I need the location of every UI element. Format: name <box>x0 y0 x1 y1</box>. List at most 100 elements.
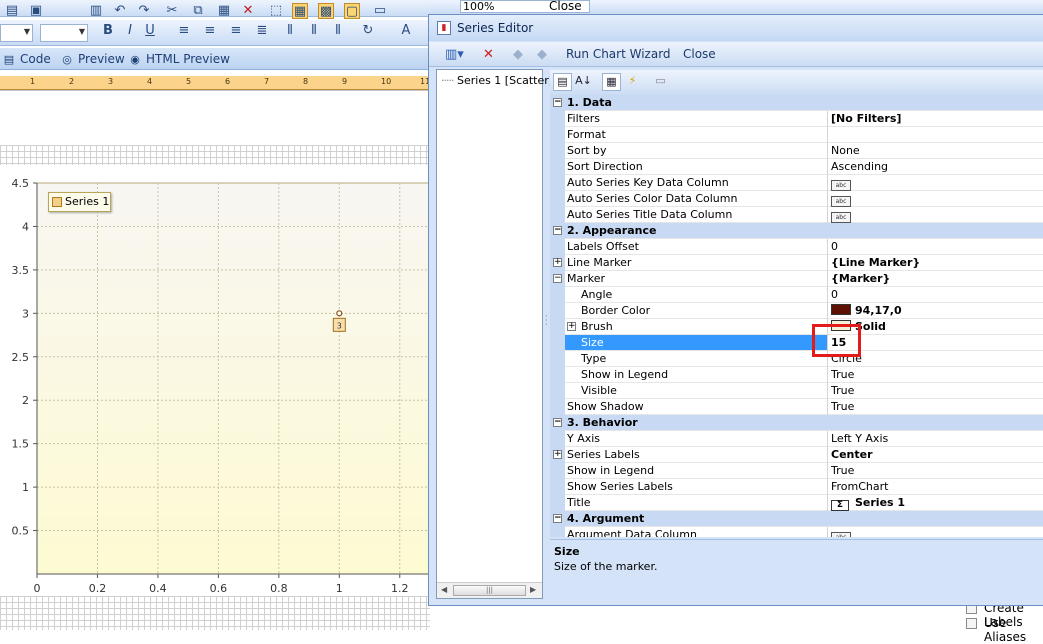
category-3-behavior[interactable]: −3. Behavior <box>550 415 1043 431</box>
property-row-sort-by[interactable]: Sort by None <box>550 143 1043 159</box>
run-chart-wizard-button[interactable]: Run Chart Wizard <box>566 46 671 63</box>
expand-icon[interactable]: + <box>553 450 562 459</box>
property-value[interactable]: Ascending <box>831 159 1043 174</box>
property-row-filters[interactable]: Filters [No Filters] <box>550 111 1043 127</box>
property-value[interactable]: Center <box>831 447 1043 462</box>
column-picker-icon[interactable]: abc <box>831 532 851 537</box>
category-1-data[interactable]: −1. Data <box>550 95 1043 111</box>
scroll-thumb[interactable]: ||| <box>453 585 526 596</box>
property-row-visible[interactable]: Visible True <box>550 383 1043 399</box>
property-row-auto-series-color-data-column[interactable]: Auto Series Color Data Column abc <box>550 191 1043 207</box>
barcode-icon[interactable]: ⦀ <box>282 23 298 39</box>
property-row-line-marker[interactable]: + Line Marker {Line Marker} <box>550 255 1043 271</box>
data-point[interactable] <box>336 310 343 317</box>
property-value[interactable]: abc <box>831 175 1043 191</box>
property-value[interactable]: True <box>831 399 1043 414</box>
property-value[interactable]: 0 <box>831 287 1043 302</box>
tab-code[interactable]: ▤ Code <box>0 51 57 69</box>
move-down-icon[interactable]: ◆ <box>537 46 547 63</box>
property-value[interactable]: 94,17,0 <box>831 303 1043 318</box>
barcode-icon-3[interactable]: ⦀ <box>330 23 346 39</box>
bold-icon[interactable]: B <box>100 23 116 39</box>
italic-icon[interactable]: I <box>122 23 138 39</box>
frame-icon[interactable]: ▢ <box>344 3 360 19</box>
splitter-grip-icon[interactable]: · · · <box>545 313 549 329</box>
move-up-icon[interactable]: ◆ <box>513 46 523 63</box>
collapse-icon[interactable]: − <box>553 418 562 427</box>
property-value[interactable]: FromChart <box>831 479 1043 494</box>
scroll-left-icon[interactable]: ◀ <box>441 585 447 594</box>
property-value[interactable]: True <box>831 367 1043 382</box>
format-icon[interactable]: ▭ <box>372 3 388 19</box>
column-picker-icon[interactable]: abc <box>831 212 851 223</box>
align-center-icon[interactable]: ≡ <box>202 23 218 39</box>
column-picker-icon[interactable]: abc <box>831 180 851 191</box>
collapse-icon[interactable]: − <box>553 98 562 107</box>
property-row-y-axis[interactable]: Y Axis Left Y Axis <box>550 431 1043 447</box>
justify-icon[interactable]: ≣ <box>254 23 270 39</box>
property-row-auto-series-title-data-column[interactable]: Auto Series Title Data Column abc <box>550 207 1043 223</box>
property-value[interactable]: Solid <box>831 319 1043 334</box>
property-row-sort-direction[interactable]: Sort Direction Ascending <box>550 159 1043 175</box>
property-row-show-shadow[interactable]: Show Shadow True <box>550 399 1043 415</box>
events-icon[interactable]: ⚡ <box>623 73 642 91</box>
properties-icon[interactable]: ▦ <box>602 73 621 91</box>
underline-icon[interactable]: U <box>142 23 158 39</box>
category-4-argument[interactable]: −4. Argument <box>550 511 1043 527</box>
property-row-show-in-legend[interactable]: Show in Legend True <box>550 367 1043 383</box>
property-pages-icon[interactable]: ▭ <box>651 73 670 91</box>
tab-preview[interactable]: ◎ Preview <box>58 51 131 69</box>
expand-icon[interactable]: + <box>567 322 576 331</box>
use-aliases-checkbox[interactable] <box>966 618 977 629</box>
delete-icon[interactable]: ✕ <box>240 3 256 19</box>
barcode-icon-2[interactable]: ⦀ <box>306 23 322 39</box>
property-value[interactable]: [No Filters] <box>831 111 1043 126</box>
scroll-right-icon[interactable]: ▶ <box>530 585 536 594</box>
tab-html-preview[interactable]: ◉ HTML Preview <box>126 51 236 69</box>
new-icon[interactable]: ▤ <box>4 3 20 19</box>
chart-legend[interactable]: Series 1 <box>48 192 111 212</box>
property-value[interactable]: Σ Series 1 <box>831 495 1043 511</box>
category-2-appearance[interactable]: −2. Appearance <box>550 223 1043 239</box>
collapse-icon[interactable]: − <box>553 514 562 523</box>
chart-area[interactable]: 0.5 1 1.5 2 2.5 3 3.5 4 4.5 0 0.2 0.4 0.6 0.8 1 1.2 3 Se… <box>0 166 431 596</box>
tree-horizontal-scrollbar[interactable]: ◀ ||| ▶ <box>437 582 542 598</box>
property-row-type[interactable]: Type Circle <box>550 351 1043 367</box>
collapse-icon[interactable]: − <box>553 226 562 235</box>
expression-icon[interactable]: Σ <box>831 500 849 511</box>
open-icon[interactable]: ▣ <box>28 3 44 19</box>
property-value[interactable]: True <box>831 463 1043 478</box>
cut-icon[interactable]: ✂ <box>164 3 180 19</box>
font-combo[interactable]: ▼ <box>0 24 33 42</box>
property-row-brush[interactable]: + Brush Solid <box>550 319 1043 335</box>
tree-item-series-1[interactable]: ····· Series 1 [Scatter] <box>441 74 553 87</box>
property-row-labels-offset[interactable]: Labels Offset 0 <box>550 239 1043 255</box>
property-row-format[interactable]: Format <box>550 127 1043 143</box>
property-row-series-labels[interactable]: + Series Labels Center <box>550 447 1043 463</box>
property-row-show-series-labels[interactable]: Show Series Labels FromChart <box>550 479 1043 495</box>
property-value[interactable]: {Marker} <box>831 271 1043 286</box>
add-series-icon[interactable]: ▥▾ <box>445 46 464 63</box>
undo-icon[interactable]: ↶ <box>112 3 128 19</box>
paste-icon[interactable]: ▦ <box>216 3 232 19</box>
alphabetical-icon[interactable]: A↓ <box>574 73 593 91</box>
property-row-angle[interactable]: Angle 0 <box>550 287 1043 303</box>
column-picker-icon[interactable]: abc <box>831 196 851 207</box>
property-value[interactable]: abc <box>831 207 1043 223</box>
close-button[interactable]: Close <box>683 46 716 63</box>
property-value[interactable]: 0 <box>831 239 1043 254</box>
property-value[interactable]: Left Y Axis <box>831 431 1043 446</box>
expand-icon[interactable]: + <box>553 258 562 267</box>
close-combo[interactable]: Close <box>545 0 615 13</box>
grid-icon[interactable]: ▦ <box>292 3 308 19</box>
property-value[interactable]: abc <box>831 527 1043 537</box>
property-value[interactable]: {Line Marker} <box>831 255 1043 270</box>
property-row-marker[interactable]: − Marker {Marker} <box>550 271 1043 287</box>
property-row-auto-series-key-data-column[interactable]: Auto Series Key Data Column abc <box>550 175 1043 191</box>
select-icon[interactable]: ⬚ <box>268 3 284 19</box>
font-color-icon[interactable]: A <box>398 23 414 39</box>
copy-icon[interactable]: ⧉ <box>190 3 206 19</box>
dialog-titlebar[interactable]: ▮ Series Editor <box>429 15 1043 41</box>
print-icon[interactable]: ▥ <box>88 3 104 19</box>
property-value[interactable]: True <box>831 383 1043 398</box>
